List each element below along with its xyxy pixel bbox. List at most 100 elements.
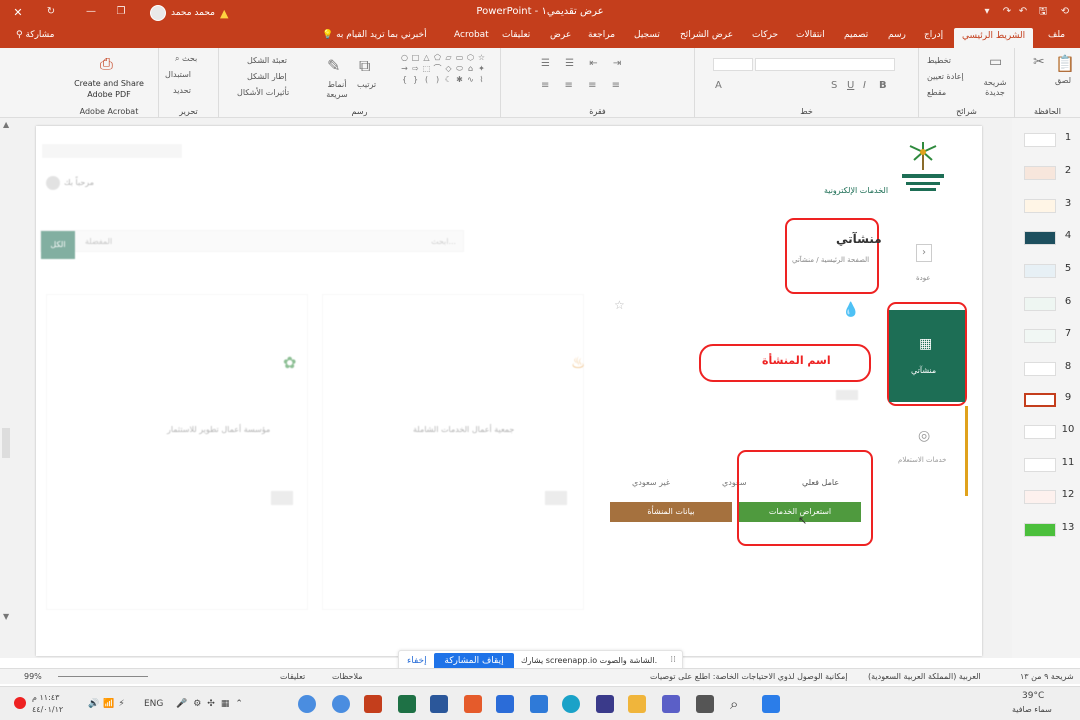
save-icon[interactable]: 🖫 [1036,5,1050,19]
comments-button[interactable]: تعليقات [280,672,305,681]
slide-thumb[interactable]: 2 [1014,157,1078,187]
vertical-scrollbar[interactable]: ▲ ▼ [0,118,14,658]
tab-insert[interactable]: إدراج [924,30,943,40]
favorite-star-icon[interactable]: ☆ [614,298,625,312]
slide[interactable]: مرحباً بك الخدمات الإلكترونية الكل المفض… [36,126,982,656]
font-color-icon[interactable]: A [715,80,722,91]
create-share-pdf-button[interactable]: Create and Share Adobe PDF [68,78,150,100]
tab-slideshow[interactable]: عرض الشرائح [680,30,733,40]
new-slide-icon[interactable]: ▭ [989,54,1002,70]
underline-icon[interactable]: U [847,80,854,91]
tab-file[interactable]: ملف [1048,30,1065,40]
tray-app-icons[interactable]: 🎤⚙✣▦⌃ [176,699,249,709]
quick-styles-icon[interactable]: ✎ [327,56,340,75]
windows-start-icon[interactable] [762,695,780,713]
scroll-down-icon[interactable]: ▼ [3,612,9,621]
filter-fav-label[interactable]: المفضلة [85,237,112,246]
weather-temp[interactable]: 39°C [1022,691,1044,701]
new-slide-button[interactable]: شريحة جديدة [977,78,1013,98]
file-explorer-icon[interactable] [628,695,646,713]
cut-icon[interactable]: ✂ [1033,54,1045,70]
tell-me-search[interactable]: 💡 أخبرني بما تريد القيام به [322,30,427,40]
slide-thumb[interactable]: 3 [1014,190,1078,220]
tab-view[interactable]: عرض [550,30,571,40]
paste-button[interactable]: لصق [1055,76,1071,85]
restore-icon[interactable]: ❐ [114,5,128,19]
select-button[interactable]: تحديد [173,86,191,95]
reset-button[interactable]: إعادة تعيين [927,72,964,81]
arrange-button[interactable]: ترتيب [357,80,376,89]
slide-thumb[interactable]: 11 [1014,449,1078,479]
tab-comments[interactable]: تعليقات [502,30,530,40]
slide-thumb[interactable]: 8 [1014,353,1078,383]
drag-handle-icon[interactable]: ⁞⁞ [670,655,676,665]
tray-icons[interactable]: 🔊📶⚡ [88,699,129,709]
italic-icon[interactable]: I [863,80,866,91]
tab-design[interactable]: تصميم [844,30,868,40]
search-bar[interactable]: الكل المفضلة ابحث... [40,230,464,259]
layout-button[interactable]: تخطيط [927,56,951,65]
slide-thumb[interactable]: 10 [1014,416,1078,446]
edge-icon[interactable] [562,695,580,713]
tab-transitions[interactable]: انتقالات [796,30,825,40]
minimize-icon[interactable]: — [84,5,98,19]
refresh-icon[interactable]: ↻ [44,5,58,19]
chrome-profile-icon[interactable] [332,695,350,713]
app-icon[interactable] [596,695,614,713]
weather-desc[interactable]: سماء صافية [1012,705,1052,714]
teams-icon[interactable] [662,695,680,713]
tab-record[interactable]: تسجيل [634,30,660,40]
shape-fill-button[interactable]: تعبئة الشكل [247,56,287,65]
back-button[interactable]: › [916,244,932,262]
pdf-icon[interactable]: ⎙ [100,54,113,74]
shape-effects-button[interactable]: تأثيرات الأشكال [237,88,289,97]
excel-icon[interactable] [398,695,416,713]
tab-draw[interactable]: رسم [888,30,906,40]
paste-icon[interactable]: 📋 [1055,54,1075,73]
font-size-box[interactable] [713,58,753,71]
powerpoint-icon[interactable] [364,695,382,713]
slide-thumb[interactable]: 7 [1014,320,1078,350]
replace-button[interactable]: استبدال [165,70,191,79]
section-button[interactable]: مقطع [927,88,946,97]
shape-outline-button[interactable]: إطار الشكل [247,72,287,81]
zoom-slider[interactable] [58,676,148,677]
search-input[interactable]: ابحث... [431,237,456,246]
side-nav-inquiry[interactable]: خدمات الاستعلام [898,456,947,464]
establishment-card-3[interactable]: ✿ مؤسسة أعمال تطوير للاستثمار [46,294,308,610]
language-status[interactable]: العربية (المملكة العربية السعودية) [868,672,981,681]
tab-review[interactable]: مراجعة [588,30,615,40]
arrange-icon[interactable]: ⧉ [359,56,370,76]
establishment-data-button[interactable]: بيانات المنشأة [610,502,732,522]
notification-icon[interactable] [14,697,26,709]
user-account[interactable]: محمد محمد ▲ [150,4,228,22]
slide-thumb[interactable]: 4 [1014,222,1078,252]
tab-animations[interactable]: حركات [752,30,778,40]
filter-all-button[interactable]: الكل [41,231,75,259]
autosave-icon[interactable]: ⟲ [1058,5,1072,19]
notes-button[interactable]: ملاحظات [332,672,363,681]
word-icon[interactable] [430,695,448,713]
shapes-gallery[interactable]: ○ □ △ ⬠ ▱ ▭ ⬡ ☆ → ⇨ ⬚ ⌒ ◇ ⬭ ⌂ ✦ {}() ☾ ✱ ∿ ⌇ [399,52,491,98]
slide-thumb[interactable]: 12 [1014,481,1078,511]
undo-icon[interactable]: ↶ [1016,5,1030,19]
slide-thumb[interactable]: 6 [1014,288,1078,318]
redo-icon[interactable]: ↷ [1000,5,1014,19]
establishment-card-2[interactable]: ♨ جمعية أعمال الخدمات الشاملة [322,294,585,610]
tab-acrobat[interactable]: Acrobat [454,30,489,40]
side-nav-mine[interactable]: ▦ منشآتي [889,310,965,402]
customize-icon[interactable]: ▾ [980,5,994,19]
bold-icon[interactable]: B [879,80,887,91]
font-name-box[interactable] [755,58,895,71]
tab-home[interactable]: الشريط الرئيسي [954,28,1034,48]
office-icon[interactable] [464,695,482,713]
slide-thumb[interactable]: 5 [1014,255,1078,285]
slide-thumb[interactable]: 13 [1014,514,1078,544]
input-language[interactable]: ENG [144,699,163,709]
list-icons[interactable]: ☰ ☰ ⇤ ⇥ [541,58,627,69]
slide-thumb-selected[interactable]: 9 [1014,384,1078,414]
quick-styles-button[interactable]: أنماط سريعة [317,80,357,100]
scroll-up-icon[interactable]: ▲ [3,120,9,129]
search-icon[interactable]: ⌕ [730,695,738,713]
align-icons[interactable]: ≡ ≡ ≡ ≡ [541,80,626,91]
